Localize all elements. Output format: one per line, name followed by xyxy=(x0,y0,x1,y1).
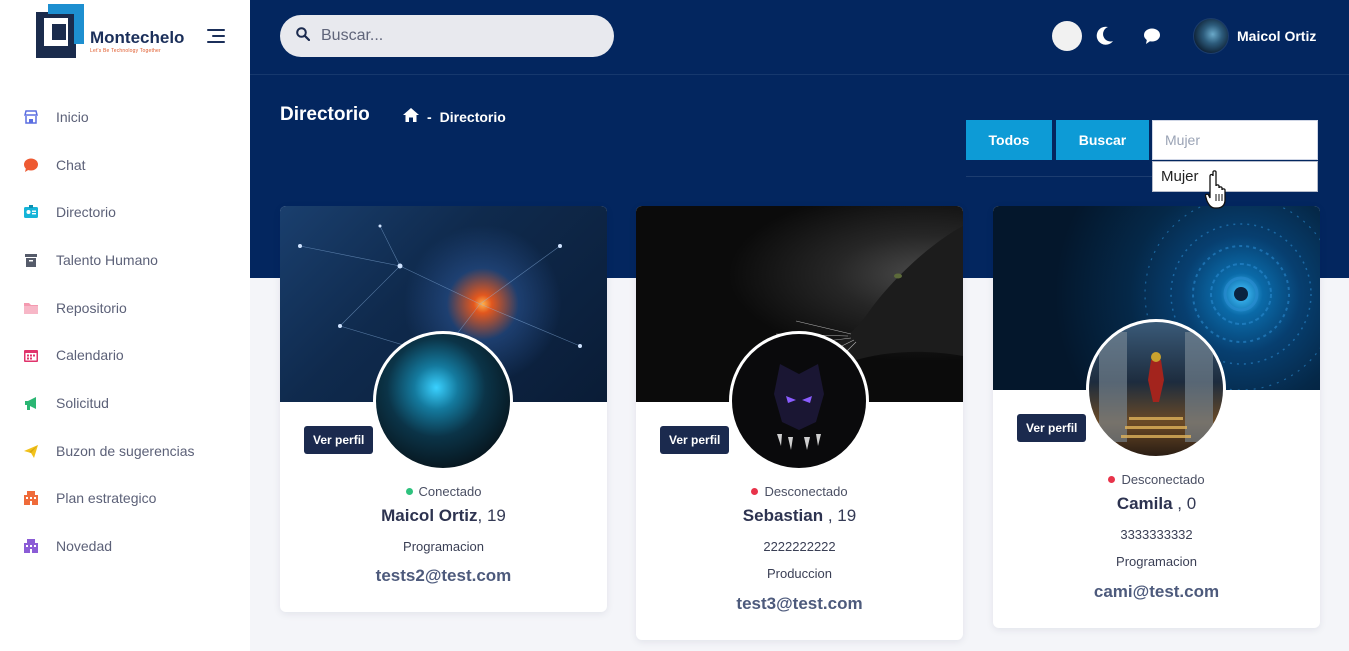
building-icon xyxy=(22,537,40,555)
sidebar-item-novedad[interactable]: Novedad xyxy=(0,522,250,570)
sidebar-item-label: Plan estrategico xyxy=(56,490,157,507)
ver-perfil-button[interactable]: Ver perfil xyxy=(1017,414,1087,442)
sidebar-item-label: Talento Humano xyxy=(56,251,158,268)
status-badge: Desconectado xyxy=(993,472,1320,487)
sidebar-item-label: Novedad xyxy=(56,538,113,555)
employee-email[interactable]: cami@test.com xyxy=(993,582,1320,602)
status-dot-icon xyxy=(751,488,759,496)
menu-toggle-icon[interactable] xyxy=(207,29,225,43)
theme-toggle-button[interactable] xyxy=(1052,21,1082,51)
status-badge: Conectado xyxy=(280,484,607,499)
employee-phone: 2222222222 xyxy=(763,539,836,554)
employee-age: , 0 xyxy=(1172,494,1197,513)
status-text: Desconectado xyxy=(1121,472,1205,487)
sidebar-item-repositorio[interactable]: Repositorio xyxy=(0,284,250,332)
employee-card: Ver perfil Desconectado Camila , 0 33333… xyxy=(993,206,1320,628)
employee-card: Ver perfil Conectado Maicol Ortiz, 19 Pr… xyxy=(280,206,607,612)
montechelo-logo-icon xyxy=(36,4,86,60)
id-card-icon xyxy=(22,203,40,221)
employee-email[interactable]: test3@test.com xyxy=(636,594,963,614)
employee-age: , 19 xyxy=(823,506,857,525)
sidebar-item-label: Repositorio xyxy=(56,299,127,316)
building-icon xyxy=(22,489,40,507)
employee-phone: 3333333332 xyxy=(1120,527,1193,542)
ver-perfil-button[interactable]: Ver perfil xyxy=(660,426,730,454)
avatar xyxy=(1086,319,1226,459)
employee-email[interactable]: tests2@test.com xyxy=(280,566,607,586)
moon-icon[interactable] xyxy=(1096,26,1114,51)
status-dot-icon xyxy=(405,488,413,496)
folder-icon xyxy=(22,299,40,317)
employee-name: Camila xyxy=(1116,494,1173,513)
sidebar-item-label: Solicitud xyxy=(56,394,109,411)
status-badge: Desconectado xyxy=(636,484,963,499)
sidebar-item-label: Calendario xyxy=(56,347,124,364)
avatar xyxy=(1193,18,1229,54)
user-name: Maicol Ortiz xyxy=(1237,28,1317,44)
page-title: Directorio xyxy=(280,104,370,125)
sidebar-item-buzon-de-sugerencias[interactable]: Buzon de sugerencias xyxy=(0,427,250,475)
filter-divider xyxy=(966,176,1152,177)
employee-name-line: Maicol Ortiz, 19 xyxy=(280,506,607,526)
status-text: Desconectado xyxy=(764,484,848,499)
buscar-button[interactable]: Buscar xyxy=(1056,120,1149,160)
home-icon[interactable] xyxy=(403,108,419,125)
breadcrumb-separator: - xyxy=(427,108,432,125)
sidebar-nav: Inicio Chat Directorio Talento Humano Re… xyxy=(0,93,250,570)
sidebar-item-label: Chat xyxy=(56,156,86,173)
hand-pointer-cursor-icon xyxy=(1204,170,1233,217)
search-input[interactable] xyxy=(321,27,591,45)
breadcrumb-current[interactable]: Directorio xyxy=(440,109,506,125)
employee-area: Programacion xyxy=(1116,554,1197,569)
megaphone-icon xyxy=(22,394,40,412)
user-menu[interactable]: Maicol Ortiz xyxy=(1193,18,1316,54)
sidebar-item-plan-estrategico[interactable]: Plan estrategico xyxy=(0,475,250,523)
employee-name: Maicol Ortiz xyxy=(381,506,478,525)
sidebar: Montechelo Let's Be Technology Together … xyxy=(0,0,250,651)
sidebar-item-directorio[interactable]: Directorio xyxy=(0,188,250,236)
store-icon xyxy=(22,108,40,126)
sidebar-item-label: Directorio xyxy=(56,204,116,221)
sidebar-item-inicio[interactable]: Inicio xyxy=(0,93,250,141)
sidebar-item-calendario[interactable]: Calendario xyxy=(0,331,250,379)
autocomplete-option[interactable]: Mujer xyxy=(1152,161,1318,192)
avatar xyxy=(373,331,513,471)
todos-button[interactable]: Todos xyxy=(966,120,1052,160)
status-dot-icon xyxy=(1108,476,1116,484)
employee-name-line: Sebastian , 19 xyxy=(636,506,963,526)
brand-logo[interactable]: Montechelo Let's Be Technology Together xyxy=(36,4,184,60)
calendar-icon xyxy=(22,346,40,364)
sidebar-item-solicitud[interactable]: Solicitud xyxy=(0,379,250,427)
sidebar-item-label: Inicio xyxy=(56,108,89,125)
ver-perfil-button[interactable]: Ver perfil xyxy=(304,426,374,454)
search-icon xyxy=(296,26,311,46)
employee-name: Sebastian xyxy=(742,506,824,525)
brand-name: Montechelo xyxy=(90,28,185,47)
global-search xyxy=(280,15,614,57)
avatar xyxy=(729,331,869,471)
sidebar-item-chat[interactable]: Chat xyxy=(0,141,250,189)
sidebar-item-label: Buzon de sugerencias xyxy=(56,442,195,459)
employee-card: Ver perfil Desconectado Sebastian , 19 2… xyxy=(636,206,963,640)
employee-name-line: Camila , 0 xyxy=(993,494,1320,514)
employee-area: Programacion xyxy=(403,539,484,554)
topbar-divider xyxy=(250,74,1349,75)
chat-bubble-icon xyxy=(22,156,40,174)
sidebar-item-talento-humano[interactable]: Talento Humano xyxy=(0,236,250,284)
employee-area: Produccion xyxy=(766,566,833,581)
breadcrumb: - Directorio xyxy=(403,108,506,125)
status-text: Conectado xyxy=(418,484,482,499)
employee-age: , 19 xyxy=(477,506,506,525)
chat-icon[interactable] xyxy=(1143,27,1161,50)
paper-plane-icon xyxy=(22,442,40,460)
archive-icon xyxy=(22,251,40,269)
brand-tagline: Let's Be Technology Together xyxy=(90,48,161,54)
gender-filter-input[interactable] xyxy=(1152,120,1318,160)
